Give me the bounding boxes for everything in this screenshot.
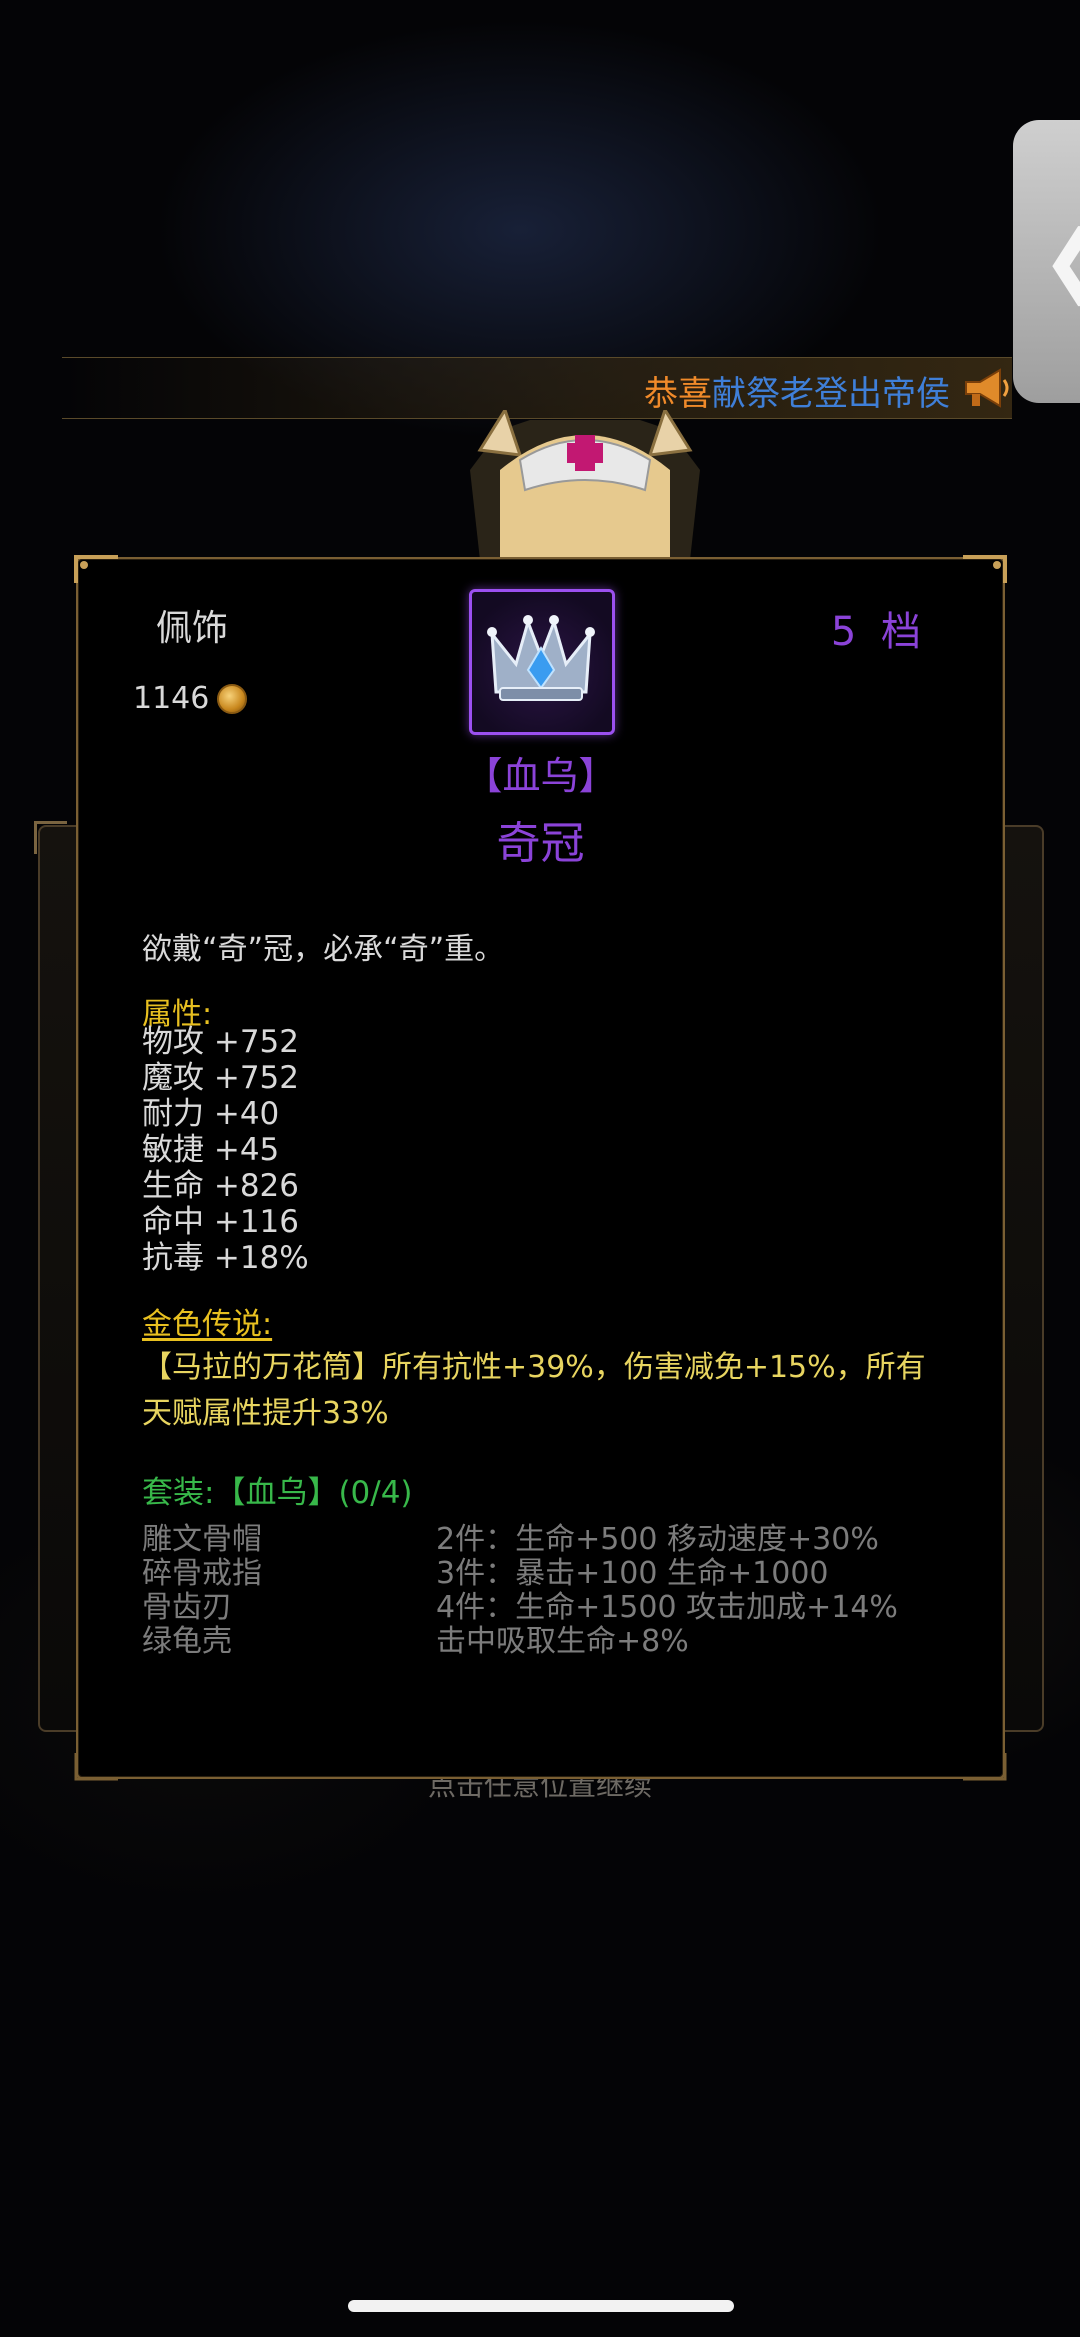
attribute-row: 敏捷 +45 <box>142 1132 280 1168</box>
set-item: 雕文骨帽 <box>142 1522 262 1557</box>
item-set-tag: 【血乌】 <box>464 754 617 798</box>
attribute-row: 物攻 +752 <box>142 1024 299 1060</box>
announcement-prefix: 恭喜 <box>644 374 712 414</box>
item-slot-label: 佩饰 <box>156 608 229 649</box>
legendary-effect: 【马拉的万花筒】所有抗性+39%，伤害减免+15%，所有天赋属性提升33% <box>142 1350 926 1431</box>
item-name: 奇冠 <box>496 818 585 869</box>
corner-ornament <box>74 1753 118 1781</box>
set-item: 绿龟壳 <box>142 1624 232 1659</box>
chevron-left-icon: ❮ <box>1041 220 1080 300</box>
corner-ornament <box>963 1753 1007 1781</box>
set-bonus: 击中吸取生命+8% <box>436 1624 689 1659</box>
item-tier: 5 档 <box>830 609 927 655</box>
set-bonus: 4件：生命+1500 攻击加成+14% <box>436 1590 898 1625</box>
corner-ornament <box>74 555 118 583</box>
attribute-row: 魔攻 +752 <box>142 1060 299 1096</box>
megaphone-icon <box>965 368 1009 408</box>
price-value: 1146 <box>133 681 210 716</box>
attributes-list: 物攻 +752 魔攻 +752 耐力 +40 敏捷 +45 生命 +826 命中… <box>142 1024 309 1276</box>
set-item: 碎骨戒指 <box>142 1556 262 1591</box>
set-title: 套装:【血乌】(0/4) <box>142 1475 413 1511</box>
set-bonus-list: 2件：生命+500 移动速度+30% 3件：暴击+100 生命+1000 4件：… <box>436 1523 898 1659</box>
legendary-title: 金色传说: <box>142 1307 273 1342</box>
set-bonus: 2件：生命+500 移动速度+30% <box>436 1522 879 1557</box>
side-collapse-tab[interactable]: ❮ <box>1013 120 1080 403</box>
home-indicator[interactable] <box>348 2300 734 2312</box>
crown-icon <box>487 615 595 701</box>
attribute-row: 抗毒 +18% <box>142 1240 309 1276</box>
announcement-player: 献祭老登出帝侯 <box>712 374 950 414</box>
character-portrait <box>470 410 700 560</box>
set-bonus: 3件：暴击+100 生命+1000 <box>436 1556 829 1591</box>
corner-ornament <box>963 555 1007 583</box>
attribute-row: 命中 +116 <box>142 1204 299 1240</box>
item-price: 1146 <box>133 681 248 716</box>
set-items-list: 雕文骨帽 碎骨戒指 骨齿刃 绿龟壳 <box>142 1523 262 1659</box>
item-detail-popup: 佩饰 1146 5 档 【血乌】 奇冠 欲戴“奇”冠，必承“奇”重。 属性: 物… <box>74 555 1007 1781</box>
set-item: 骨齿刃 <box>142 1590 232 1625</box>
attribute-row: 生命 +826 <box>142 1168 299 1204</box>
item-flavor-text: 欲戴“奇”冠，必承“奇”重。 <box>142 932 505 967</box>
attribute-row: 耐力 +40 <box>142 1096 280 1132</box>
gold-coin-icon <box>217 683 248 714</box>
item-icon-frame <box>469 589 615 735</box>
announcement-text: 恭喜献祭老登出帝侯 <box>644 366 950 415</box>
